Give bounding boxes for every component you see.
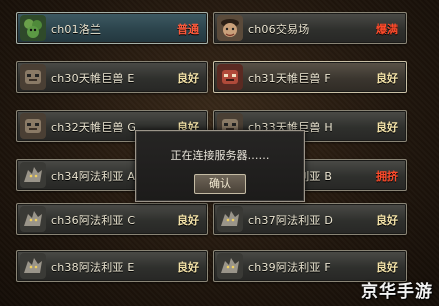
server-status: 良好 [376,214,398,227]
server-button[interactable]: ch31天帷巨兽 F 良好 [213,61,407,93]
watermark-logo: 京华手游 [361,282,433,302]
server-button[interactable]: ch30天帷巨兽 E 良好 [16,61,208,93]
server-name: ch36阿法利亚 C [51,214,136,227]
server-button[interactable]: ch36阿法利亚 C 良好 [16,203,208,235]
server-name: ch30天帷巨兽 E [51,72,135,85]
server-name: ch06交易场 [248,23,310,36]
server-status: 良好 [376,261,398,274]
server-status: 良好 [177,214,199,227]
server-status: 良好 [376,72,398,85]
server-button[interactable]: ch37阿法利亚 D 良好 [213,203,407,235]
golem-icon [20,64,46,90]
dragon-icon [217,206,243,232]
merchant-icon [217,15,243,41]
dragon-icon [20,206,46,232]
server-button[interactable]: ch06交易场 爆满 [213,12,407,44]
confirm-button[interactable]: 确认 [194,174,246,194]
server-status: 拥挤 [376,170,398,183]
server-name: ch37阿法利亚 D [248,214,333,227]
server-name: ch31天帷巨兽 F [248,72,331,85]
server-name: ch38阿法利亚 E [51,261,135,274]
golem-red-icon [217,64,243,90]
dialog-message: 正在连接服务器…… [170,149,270,162]
plant-creature-icon [20,15,46,41]
dragon-icon [20,162,46,188]
server-button[interactable]: ch01洛兰 普通 [16,12,208,44]
server-status: 普通 [177,23,199,36]
golem-icon [20,113,46,139]
server-name: ch34阿法利亚 A [51,170,136,183]
server-name: ch01洛兰 [51,23,102,36]
connecting-dialog: 正在连接服务器…… 确认 [135,130,305,202]
server-name: ch39阿法利亚 F [248,261,331,274]
dragon-icon [20,253,46,279]
server-status: 良好 [376,121,398,134]
server-status: 爆满 [376,23,398,36]
server-status: 良好 [177,72,199,85]
dragon-icon [217,253,243,279]
server-name: ch32天帷巨兽 G [51,121,137,134]
server-button[interactable]: ch38阿法利亚 E 良好 [16,250,208,282]
server-status: 良好 [177,261,199,274]
